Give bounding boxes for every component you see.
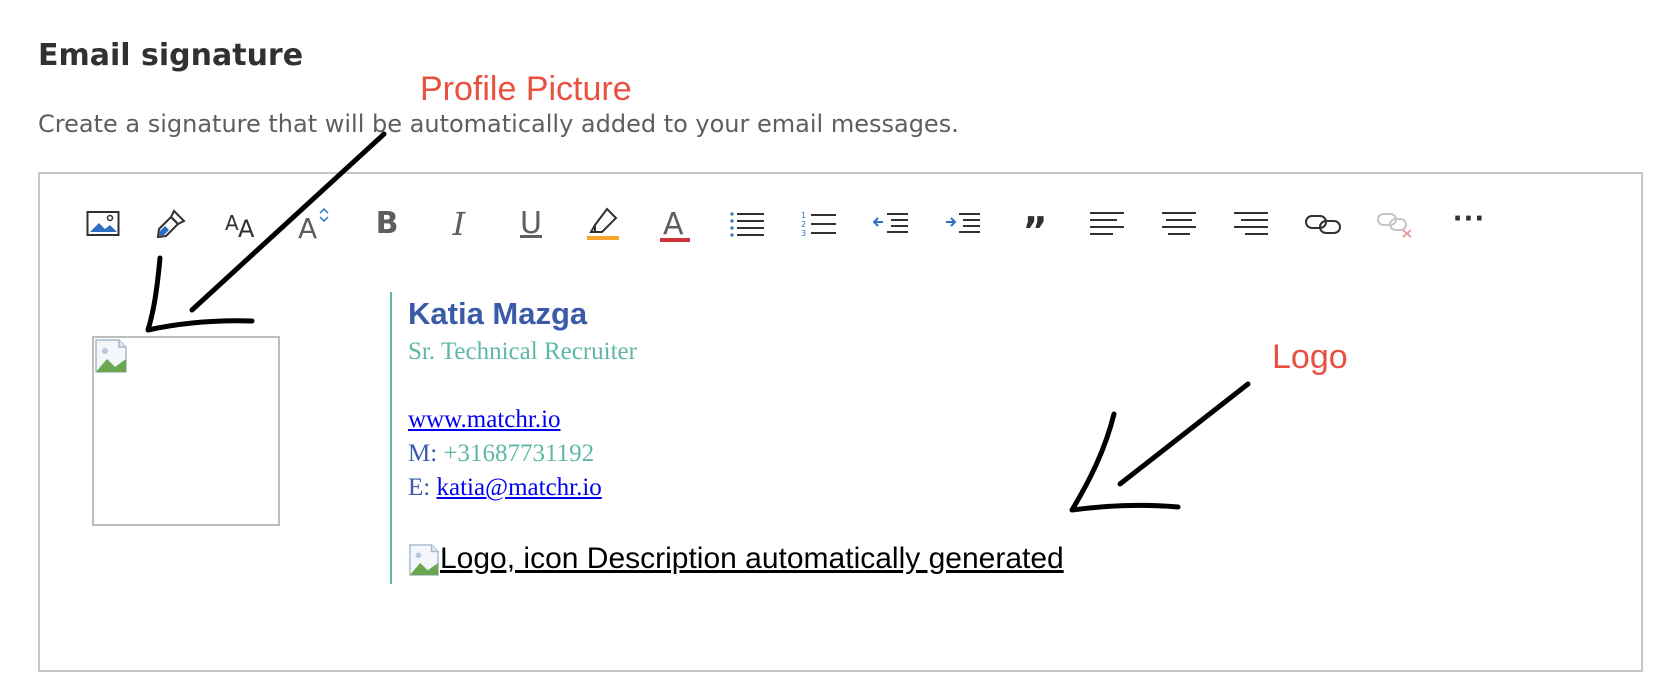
more-icon: ··· — [1452, 204, 1486, 234]
italic-button[interactable]: I — [434, 202, 484, 246]
underline-icon: U — [520, 206, 542, 241]
increase-indent-button[interactable] — [938, 202, 988, 246]
phone-number: +31687731192 — [443, 440, 595, 467]
decrease-indent-button[interactable] — [866, 202, 916, 246]
bold-button[interactable]: B — [362, 202, 412, 246]
more-options-button[interactable]: ··· — [1444, 202, 1494, 246]
email-label: E: — [408, 474, 431, 501]
indent-icon — [946, 213, 980, 233]
font-grow-icon: A — [298, 207, 329, 242]
align-center-button[interactable] — [1154, 202, 1204, 246]
svg-text:1: 1 — [801, 211, 806, 220]
align-right-button[interactable] — [1226, 202, 1276, 246]
annotation-logo: Logo — [1272, 338, 1348, 376]
paintbrush-icon — [156, 209, 186, 239]
insert-picture-button[interactable] — [78, 202, 128, 246]
phone-label: M: — [408, 440, 438, 467]
remove-link-button[interactable] — [1370, 202, 1420, 246]
svg-text:2: 2 — [801, 220, 806, 229]
link-icon — [1305, 215, 1341, 234]
numbered-list-icon: 1 2 3 — [801, 211, 836, 238]
font-size-button[interactable]: A A — [218, 202, 268, 246]
align-center-icon — [1162, 212, 1196, 235]
image-icon — [86, 211, 120, 236]
svg-text:A: A — [663, 207, 684, 242]
highlighter-icon — [587, 207, 619, 240]
email-link[interactable]: katia@matchr.io — [436, 474, 601, 501]
signature-content[interactable]: Katia Mazga Sr. Technical Recruiter www.… — [390, 292, 1150, 584]
bold-icon: B — [375, 206, 399, 241]
annotation-profile-picture: Profile Picture — [420, 70, 632, 108]
broken-image-icon — [95, 339, 127, 373]
bullets-button[interactable] — [722, 202, 772, 246]
font-color-button[interactable]: A — [650, 202, 700, 246]
website-link[interactable]: www.matchr.io — [408, 406, 561, 433]
align-left-button[interactable] — [1082, 202, 1132, 246]
font-color-icon: A — [660, 207, 690, 242]
quote-icon: ” — [1022, 209, 1048, 253]
broken-image-icon — [409, 544, 439, 576]
increase-font-button[interactable]: A — [290, 202, 340, 246]
font-size-icon: A A — [225, 211, 255, 240]
formatting-toolbar: A A A B I U A 1 2 3 ” ··· — [78, 202, 1528, 250]
signature-job-title: Sr. Technical Recruiter — [408, 338, 637, 365]
logo-alt-text[interactable]: Logo, icon Description automatically gen… — [440, 542, 1064, 576]
quote-button[interactable]: ” — [1010, 202, 1060, 250]
numbering-button[interactable]: 1 2 3 — [794, 202, 844, 246]
signature-editor[interactable]: A A A B I U A 1 2 3 ” ··· Katia Mazga Sr… — [38, 172, 1643, 672]
logo-image[interactable]: Logo, icon Description automatically gen… — [408, 542, 1064, 576]
page-title: Email signature — [38, 38, 304, 73]
align-left-icon — [1090, 212, 1124, 235]
svg-text:A: A — [298, 212, 317, 242]
insert-link-button[interactable] — [1298, 202, 1348, 246]
page-description: Create a signature that will be automati… — [38, 110, 959, 138]
svg-text:3: 3 — [801, 229, 806, 238]
underline-button[interactable]: U — [506, 202, 556, 246]
profile-picture[interactable] — [92, 336, 280, 526]
italic-icon: I — [452, 205, 466, 243]
signature-name: Katia Mazga — [408, 296, 588, 331]
align-right-icon — [1234, 212, 1268, 235]
unlink-icon — [1377, 213, 1412, 238]
highlight-button[interactable] — [578, 202, 628, 246]
bullet-list-icon — [730, 212, 764, 237]
svg-text:A: A — [225, 211, 239, 235]
svg-text:A: A — [238, 215, 255, 240]
format-painter-button[interactable] — [146, 202, 196, 246]
outdent-icon — [873, 213, 908, 233]
